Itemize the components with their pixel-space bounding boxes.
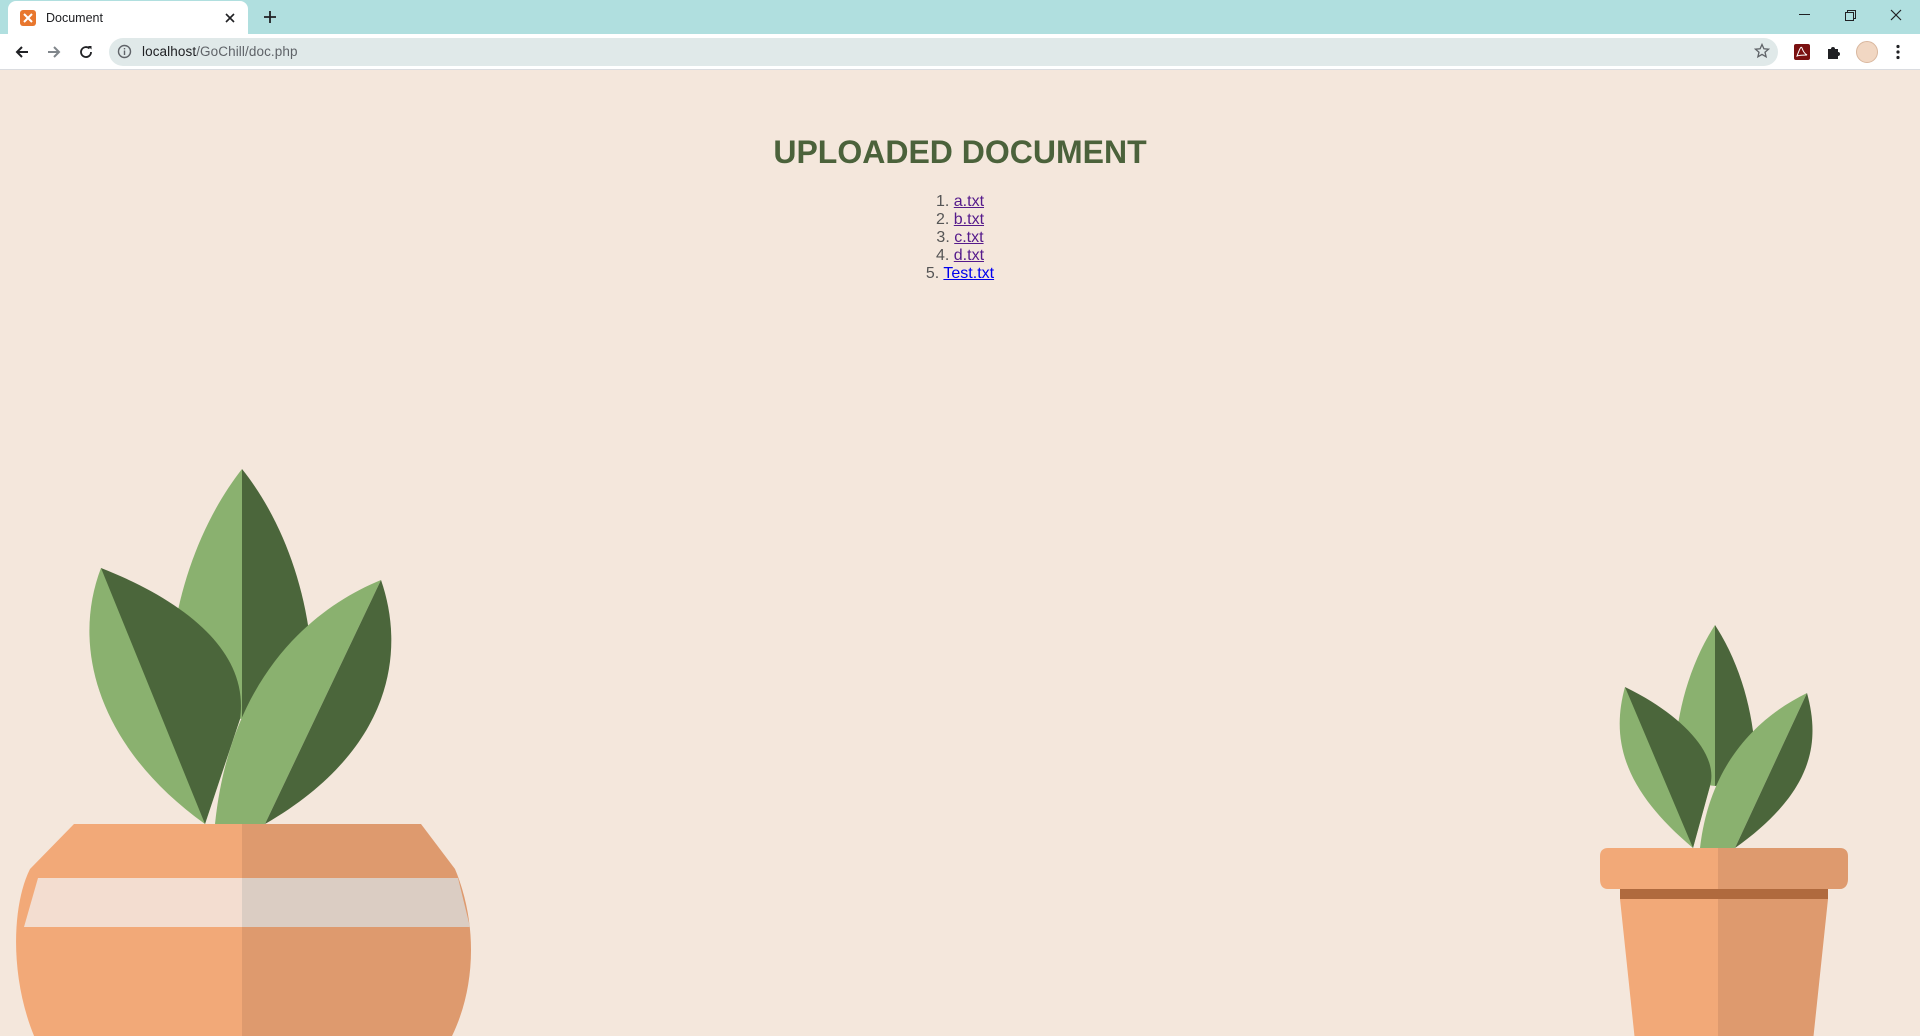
back-arrow-icon[interactable] <box>9 39 35 65</box>
list-number: 2. <box>935 211 950 228</box>
new-tab-icon[interactable] <box>259 6 281 28</box>
restore-icon[interactable] <box>1827 0 1873 30</box>
forward-arrow-icon[interactable] <box>41 39 67 65</box>
list-item: 5. Test.txt <box>0 265 1920 283</box>
acrobat-extension-icon[interactable] <box>1791 41 1813 63</box>
list-number: 1. <box>935 193 950 210</box>
document-list: 1. a.txt 2. b.txt 3. c.txt 4. d.txt 5. T… <box>0 193 1920 283</box>
xampp-favicon-icon <box>20 9 36 26</box>
menu-kebab-icon[interactable] <box>1887 41 1909 63</box>
list-item: 4. d.txt <box>0 247 1920 265</box>
tab-title: Document <box>46 10 103 25</box>
list-item: 1. a.txt <box>0 193 1920 211</box>
list-number: 5. <box>925 265 940 282</box>
browser-toolbar: localhost/GoChill/doc.php <box>0 34 1920 70</box>
tab-strip: Document <box>0 0 1920 34</box>
document-link[interactable]: a.txt <box>954 193 984 210</box>
url-path: /GoChill/doc.php <box>196 44 298 59</box>
page-title: UPLOADED DOCUMENT <box>773 134 1147 170</box>
document-link[interactable]: c.txt <box>954 229 983 246</box>
document-link[interactable]: b.txt <box>954 211 984 228</box>
page-content: UPLOADED DOCUMENT 1. a.txt 2. b.txt 3. c… <box>0 71 1920 1036</box>
left-potted-plant-illustration <box>16 469 472 1036</box>
url-text: localhost/GoChill/doc.php <box>142 44 298 59</box>
bookmark-star-icon[interactable] <box>1753 42 1771 64</box>
list-number: 3. <box>936 229 950 246</box>
list-number: 4. <box>935 247 950 264</box>
reload-icon[interactable] <box>73 39 99 65</box>
close-tab-icon[interactable] <box>220 8 240 28</box>
url-host: localhost <box>142 44 197 59</box>
document-link[interactable]: Test.txt <box>943 265 994 282</box>
browser-tab[interactable]: Document <box>8 1 248 34</box>
profile-avatar[interactable] <box>1856 41 1878 63</box>
address-bar[interactable]: localhost/GoChill/doc.php <box>109 38 1778 66</box>
document-link[interactable]: d.txt <box>954 247 984 264</box>
list-item: 2. b.txt <box>0 211 1920 229</box>
close-window-icon[interactable] <box>1873 0 1919 30</box>
list-item: 3. c.txt <box>0 229 1920 247</box>
site-info-icon[interactable] <box>117 44 132 64</box>
right-potted-plant-illustration <box>1600 625 1848 1036</box>
minimize-icon[interactable] <box>1781 0 1827 30</box>
extensions-puzzle-icon[interactable] <box>1823 41 1845 63</box>
